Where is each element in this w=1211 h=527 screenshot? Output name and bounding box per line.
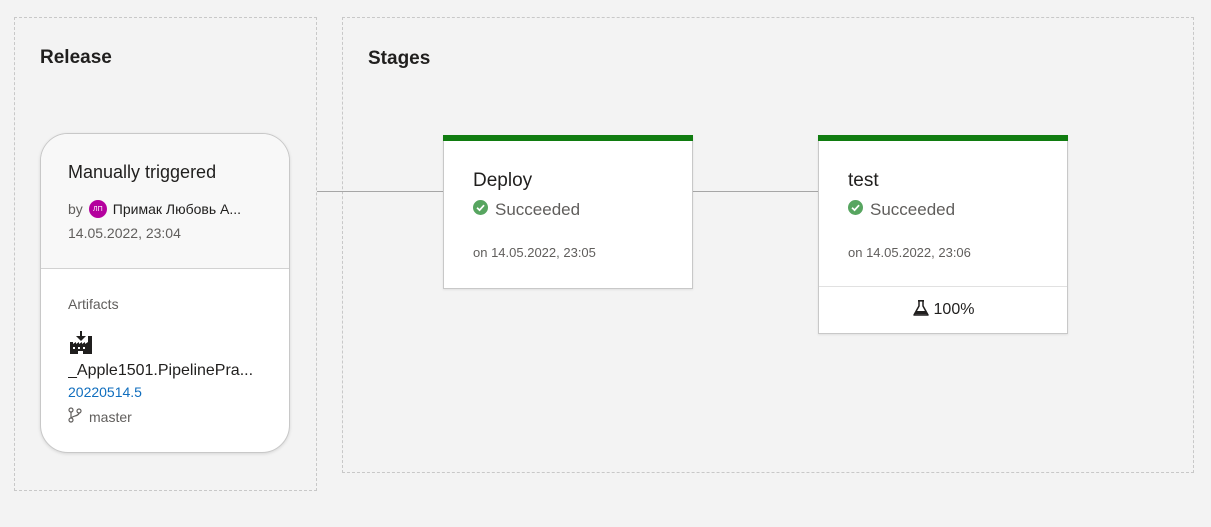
stage-date: on 14.05.2022, 23:06 xyxy=(848,245,971,260)
stage-name: Deploy xyxy=(473,170,533,191)
user-name: Примак Любовь А... xyxy=(112,201,242,217)
trigger-date: 14.05.2022, 23:04 xyxy=(68,225,181,241)
branch-icon xyxy=(68,407,89,426)
stage-date: on 14.05.2022, 23:05 xyxy=(473,245,596,260)
stage-status-text: Succeeded xyxy=(495,200,581,219)
trigger-title: Manually triggered xyxy=(68,162,217,182)
stage-status: Succeeded xyxy=(473,200,580,220)
artifact-version-link[interactable]: 20220514.5 xyxy=(68,384,142,400)
success-check-icon xyxy=(473,200,495,220)
release-section-title: Release xyxy=(40,47,112,68)
stage-status-bar xyxy=(818,135,1068,141)
build-artifact-icon xyxy=(68,330,94,356)
test-pass-rate: 100% xyxy=(933,301,975,318)
stage-card-test[interactable]: test Succeeded on 14.05.2022, 23:06 100% xyxy=(818,135,1068,334)
artifacts-label: Artifacts xyxy=(68,296,119,312)
success-check-icon xyxy=(848,200,870,220)
triggered-by: by ЛП Примак Любовь А... xyxy=(68,200,258,218)
stage-status-bar xyxy=(443,135,693,141)
avatar: ЛП xyxy=(88,200,107,218)
release-card[interactable]: Manually triggered by ЛП Примак Любовь А… xyxy=(40,133,290,453)
stage-name: test xyxy=(848,170,879,191)
stage-card-deploy[interactable]: Deploy Succeeded on 14.05.2022, 23:05 xyxy=(443,135,693,289)
branch-name: master xyxy=(89,408,132,425)
stages-section-title: Stages xyxy=(368,48,431,69)
artifact-name[interactable]: _Apple1501.PipelinePra... xyxy=(68,362,268,380)
test-results[interactable]: 100% xyxy=(819,286,1067,333)
deploy-to-test-connector xyxy=(692,191,819,192)
release-to-deploy-connector xyxy=(317,191,444,192)
branch-row: master xyxy=(68,407,132,426)
flask-icon xyxy=(912,299,934,322)
stage-status: Succeeded xyxy=(848,200,955,220)
release-trigger-panel: Manually triggered by ЛП Примак Любовь А… xyxy=(41,134,289,269)
by-label: by xyxy=(68,201,83,217)
stage-status-text: Succeeded xyxy=(870,200,956,219)
